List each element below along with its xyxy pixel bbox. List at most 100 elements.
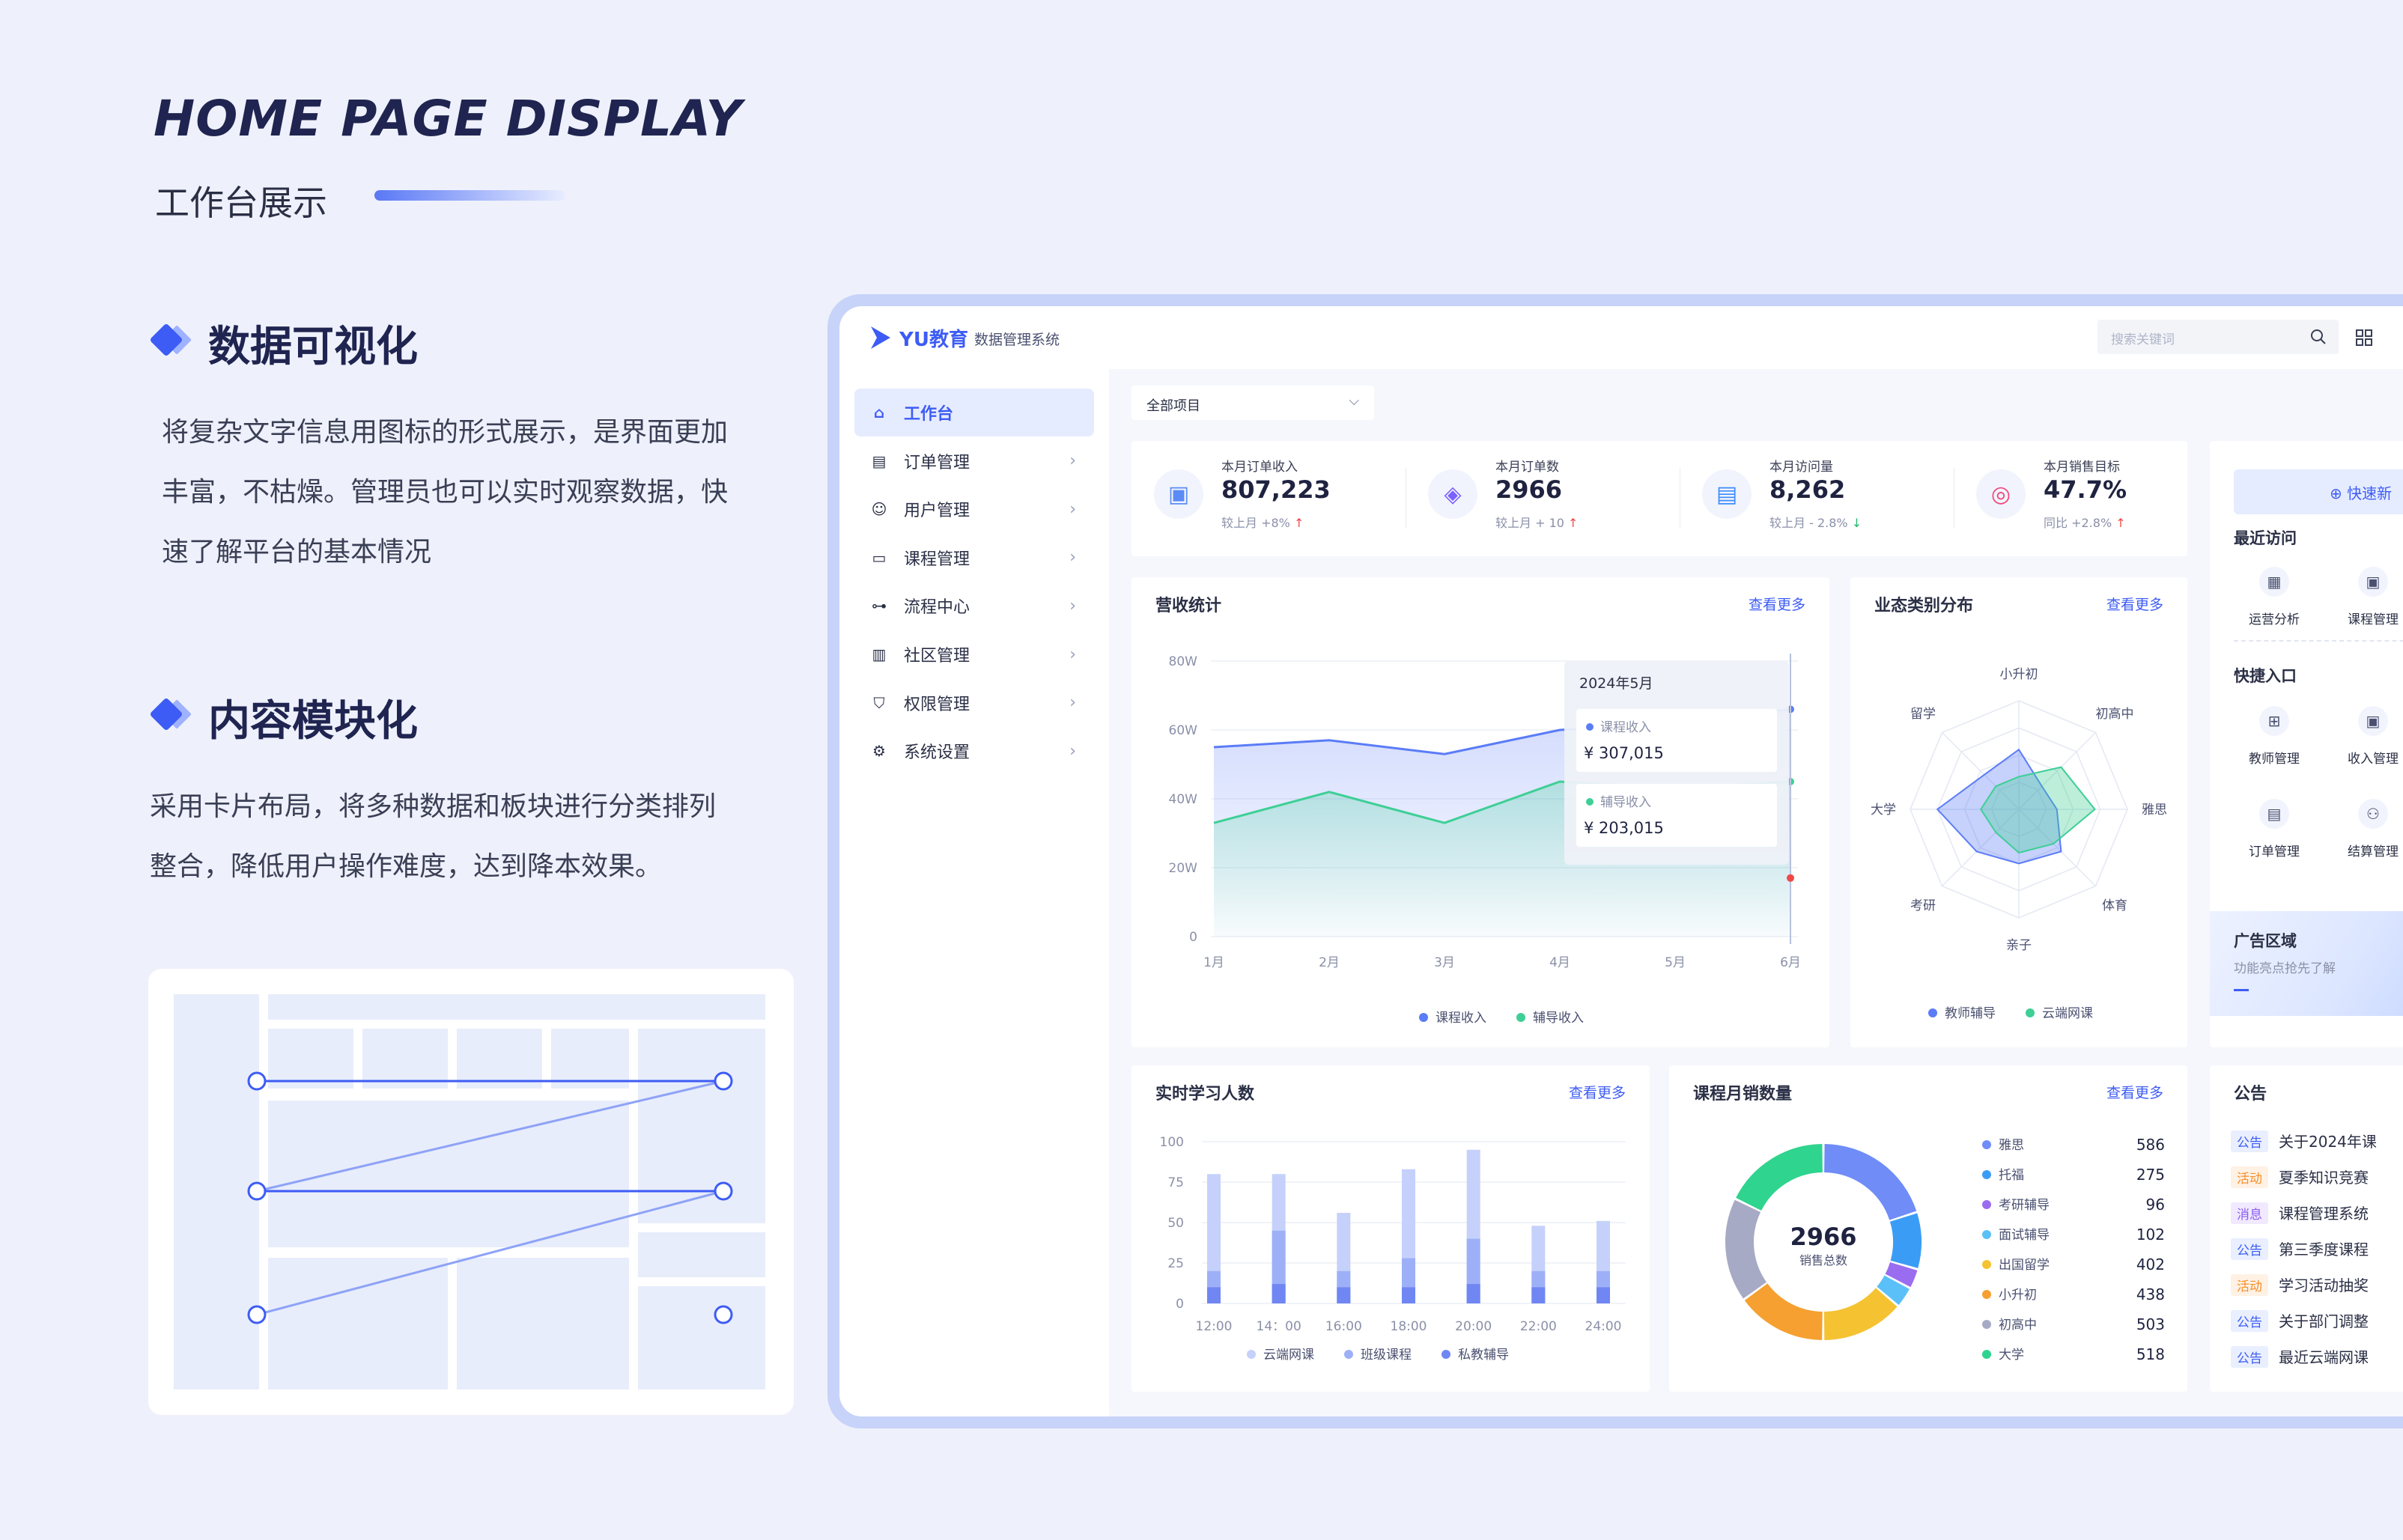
donut-slice bbox=[1877, 1275, 1910, 1305]
legend-dot bbox=[1982, 1320, 1991, 1329]
nav-item[interactable]: ▥ 社区管理 › bbox=[854, 630, 1094, 678]
notice-item[interactable]: 公告 关于部门调整 bbox=[2231, 1309, 2369, 1332]
radar-axis-label: 留学 bbox=[1910, 707, 1936, 722]
search-icon[interactable] bbox=[2310, 329, 2327, 345]
nav-item[interactable]: ⚙ 系统设置 › bbox=[854, 727, 1094, 775]
notice-tag: 公告 bbox=[2231, 1130, 2268, 1152]
notice-item[interactable]: 公告 最近云端网课 bbox=[2231, 1345, 2369, 1368]
stat-label: 本月订单数 bbox=[1495, 460, 1559, 475]
chevron-right-icon: › bbox=[1069, 499, 1076, 519]
y-tick-label: 100 bbox=[1160, 1135, 1184, 1150]
legend-dot bbox=[1982, 1260, 1991, 1269]
sidebar: ⌂ 工作台 ▤ 订单管理 › ☺ 用户管理 › ▭ 课程管理 › ⊶ 流程中心 › ▥ 社区管理 › ⛉ 权限管理 ›… bbox=[839, 369, 1109, 1416]
document-icon: ▤ bbox=[1702, 469, 1752, 519]
legend-label: 大学 bbox=[1999, 1348, 2024, 1363]
notice-tag: 消息 bbox=[2231, 1202, 2268, 1224]
bag-icon: ◈ bbox=[1428, 469, 1477, 519]
entry-item-label[interactable]: 教师管理 bbox=[2234, 748, 2315, 767]
section-line: 整合，降低用户操作难度，达到降本效果。 bbox=[150, 851, 663, 882]
briefcase-icon[interactable]: ▣ bbox=[2358, 567, 2388, 597]
stat-value: 807,223 bbox=[1221, 475, 1331, 504]
section-body: 将复杂文字信息用图标的形式展示，是界面更加 丰富，不枯燥。管理员也可以实时观察数… bbox=[162, 403, 728, 582]
notice-item[interactable]: 公告 关于2024年课 bbox=[2231, 1130, 2377, 1152]
recent-item-label[interactable]: 课程管理 bbox=[2333, 609, 2403, 627]
folder-icon: ▭ bbox=[872, 548, 887, 567]
nav-item[interactable]: ▤ 订单管理 › bbox=[854, 437, 1094, 485]
bar-segment-private bbox=[1466, 1284, 1480, 1303]
entry-item-label[interactable]: 结算管理 bbox=[2333, 841, 2403, 859]
donut-center-label: 销售总数 bbox=[1799, 1253, 1847, 1267]
donut-slice bbox=[1885, 1261, 1918, 1288]
nav-item[interactable]: ⛉ 权限管理 › bbox=[854, 679, 1094, 727]
sales-donut-card: 课程月销数量 查看更多 2966 销售总数 雅思 586 托福 275 考研辅导 96 面试辅导… bbox=[1669, 1065, 2187, 1392]
legend-value: 518 bbox=[2136, 1345, 2165, 1363]
nav-item[interactable]: ⊶ 流程中心 › bbox=[854, 582, 1094, 630]
bar-segment-private bbox=[1272, 1284, 1286, 1303]
notice-item[interactable]: 活动 夏季知识竞赛 bbox=[2231, 1166, 2369, 1188]
users-icon[interactable]: ⚇ bbox=[2358, 799, 2388, 829]
grid-icon[interactable]: ⊞ bbox=[2259, 706, 2289, 736]
y-tick-label: 0 bbox=[1189, 930, 1197, 945]
x-tick-label: 20:00 bbox=[1455, 1319, 1492, 1334]
target-icon: ◎ bbox=[1976, 469, 2026, 519]
dashboard-frame: YU教育 数据管理系统 搜索关键词 ⌂ 工作台 ▤ 订单管理 › ☺ 用户管理 › ▭ 课程管理 ›… bbox=[827, 294, 2403, 1428]
category-radar-card: 业态类别分布 查看更多 小升初 初高中 雅思 体育 亲子 考研 大学 留学 教师辅导 云端网课 bbox=[1850, 577, 2187, 1047]
legend-label: 教师辅导 bbox=[1945, 1006, 1996, 1021]
diamond-icon bbox=[149, 697, 183, 731]
x-tick-label: 3月 bbox=[1434, 955, 1455, 970]
intro-title-cn: 工作台展示 bbox=[155, 183, 327, 223]
entry-item-label[interactable]: 收入管理 bbox=[2333, 748, 2403, 767]
notice-item[interactable]: 消息 课程管理系统 bbox=[2231, 1202, 2369, 1224]
legend-value: 438 bbox=[2136, 1285, 2165, 1303]
quick-create-button[interactable]: ⊕ 快速新 bbox=[2234, 469, 2403, 514]
legend-value: 275 bbox=[2136, 1166, 2165, 1184]
stat-compare: 较上月 + 10 ↑ bbox=[1495, 513, 1578, 531]
chevron-right-icon: › bbox=[1069, 741, 1076, 761]
legend-label: 托福 bbox=[1999, 1168, 2024, 1183]
chart-icon[interactable]: ▦ bbox=[2259, 567, 2289, 597]
tooltip-item-value: ¥ 307,015 bbox=[1584, 744, 1664, 762]
stat-label: 本月访问量 bbox=[1769, 460, 1833, 475]
logo-text: YU教育 bbox=[899, 329, 968, 351]
legend-label: 面试辅导 bbox=[1999, 1228, 2050, 1243]
legend-label: 课程收入 bbox=[1436, 1011, 1486, 1026]
stat-change: 较上月 + 10 bbox=[1495, 516, 1569, 530]
arrow-down-icon: ↓ bbox=[1851, 516, 1862, 530]
search-input[interactable]: 搜索关键词 bbox=[2111, 329, 2175, 347]
section-line: 将复杂文字信息用图标的形式展示，是界面更加 bbox=[162, 417, 729, 448]
chevron-right-icon: › bbox=[1069, 548, 1076, 567]
legend-dot bbox=[1982, 1230, 1991, 1239]
nav-item[interactable]: ⌂ 工作台 bbox=[854, 389, 1094, 436]
ad-banner[interactable]: 广告区域 功能亮点抢先了解 bbox=[2210, 911, 2403, 1016]
stat-compare: 较上月 - 2.8% ↓ bbox=[1769, 513, 1862, 531]
layout-illustration bbox=[148, 969, 794, 1415]
clipboard-icon[interactable]: ▤ bbox=[2259, 799, 2289, 829]
ad-title: 广告区域 bbox=[2234, 932, 2297, 950]
apps-grid-icon[interactable] bbox=[2355, 329, 2373, 347]
donut-slice bbox=[1744, 1282, 1823, 1340]
project-filter-select[interactable]: 全部项目 ⌵ bbox=[1131, 386, 1374, 420]
notice-text: 关于2024年课 bbox=[2279, 1133, 2377, 1151]
section-body: 采用卡片布局，将多种数据和板块进行分类排列 整合，降低用户操作难度，达到降本效果… bbox=[150, 777, 716, 897]
search-box[interactable]: 搜索关键词 bbox=[2097, 320, 2339, 354]
x-tick-label: 18:00 bbox=[1391, 1319, 1427, 1334]
notice-item[interactable]: 公告 第三季度课程 bbox=[2231, 1238, 2369, 1260]
section-title: 数据可视化 bbox=[208, 323, 418, 371]
recent-item-label[interactable]: 运营分析 bbox=[2234, 609, 2315, 627]
intro-title-en: HOME PAGE DISPLAY bbox=[154, 90, 743, 147]
nav-label: 流程中心 bbox=[904, 598, 970, 618]
donut-slice bbox=[1736, 1144, 1823, 1211]
nav-item[interactable]: ☺ 用户管理 › bbox=[854, 485, 1094, 533]
filter-value: 全部项目 bbox=[1146, 398, 1200, 414]
notice-card: 公告 公告 关于2024年课 活动 夏季知识竞赛 消息 课程管理系统 公告 第三季度课程 活动学… bbox=[2210, 1065, 2403, 1392]
entry-item-label[interactable]: 订单管理 bbox=[2234, 841, 2315, 859]
nav-item[interactable]: ▭ 课程管理 › bbox=[854, 534, 1094, 582]
quick-panel: ⊕ 快速新 最近访问 ▦ 运营分析 ▣ 课程管理 快捷入口 ⊞ 教师管理 ▣ 收入管理 ▤ 订单… bbox=[2210, 441, 2403, 1047]
wallet-icon[interactable]: ▣ bbox=[2358, 706, 2388, 736]
legend-dot bbox=[1442, 1350, 1450, 1359]
chevron-right-icon: › bbox=[1069, 645, 1076, 664]
flow-icon: ⊶ bbox=[872, 597, 887, 615]
legend-dot bbox=[1516, 1013, 1525, 1022]
legend-value: 586 bbox=[2136, 1136, 2165, 1154]
notice-item[interactable]: 活动 学习活动抽奖 bbox=[2231, 1273, 2369, 1296]
